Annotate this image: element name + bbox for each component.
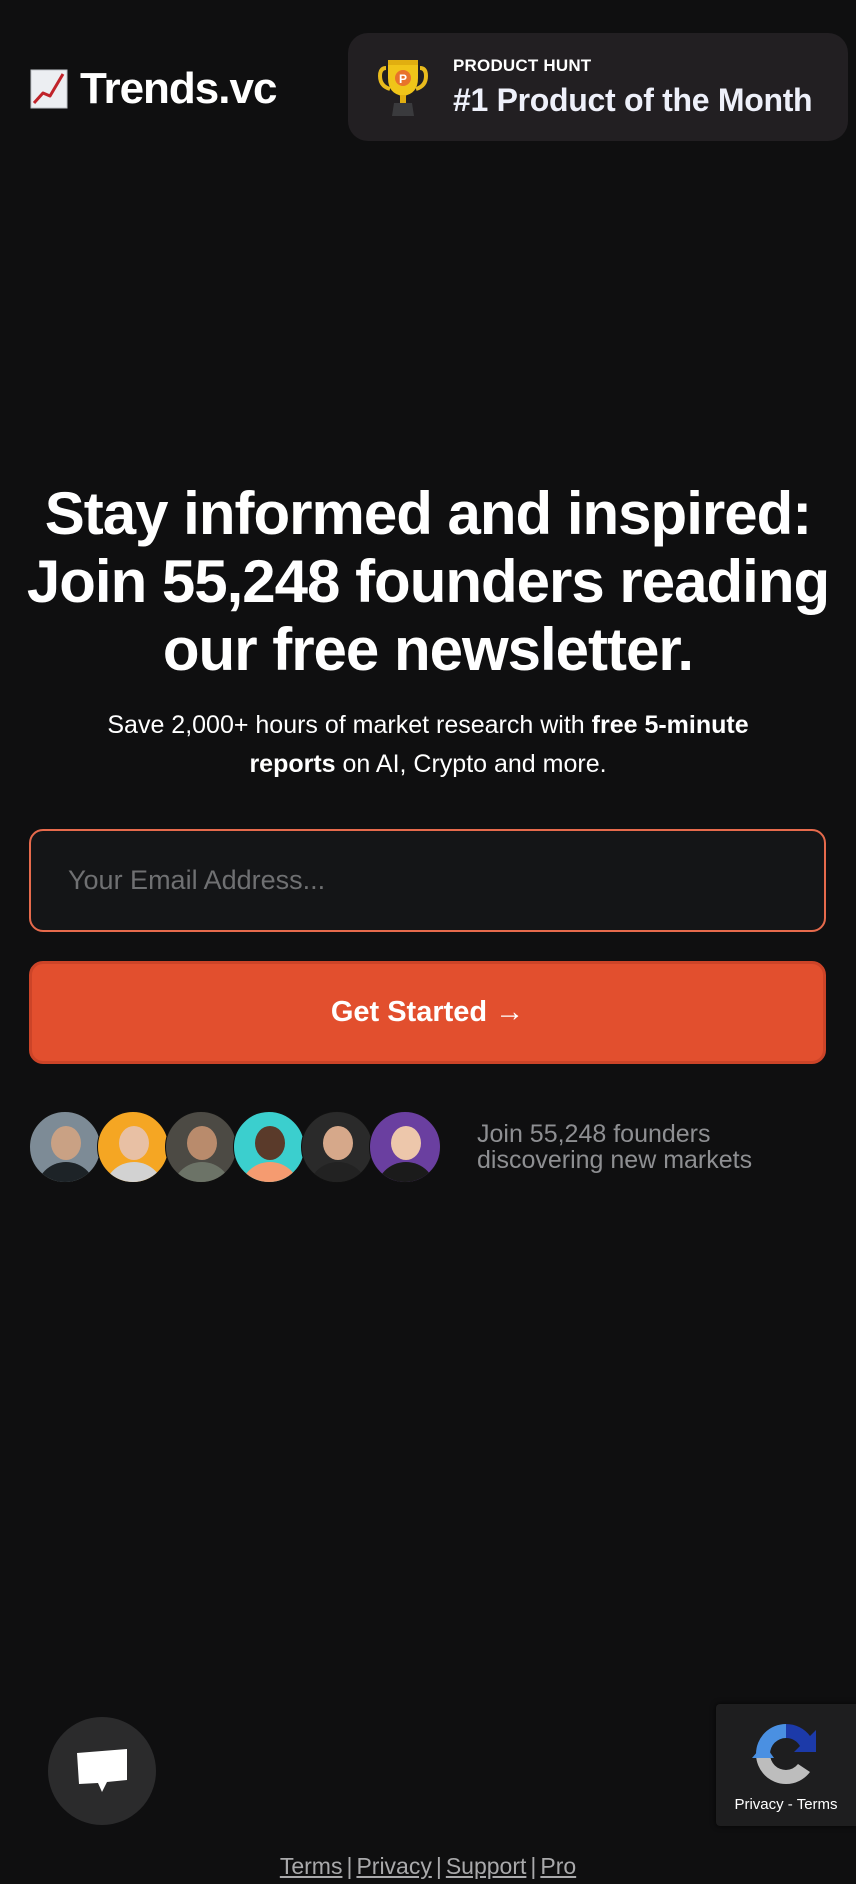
footer-separator: |	[530, 1853, 537, 1879]
avatar-head	[187, 1126, 217, 1160]
recaptcha-terms-link[interactable]: Terms	[797, 1796, 838, 1813]
footer-link-terms[interactable]: Terms	[280, 1853, 343, 1879]
avatar-body	[172, 1162, 232, 1182]
avatar-head	[255, 1126, 285, 1160]
site-header: Trends.vc P PRODUCT HUNT #1 Product of t…	[0, 0, 856, 170]
get-started-button[interactable]: Get Started →	[29, 961, 826, 1064]
avatar-6	[369, 1111, 441, 1183]
footer-link-support[interactable]: Support	[446, 1853, 527, 1879]
social-proof-line-2: discovering new markets	[477, 1146, 753, 1174]
recaptcha-badge[interactable]: Privacy - Terms	[716, 1704, 856, 1826]
recaptcha-links: Privacy - Terms	[734, 1796, 837, 1813]
footer-separator: |	[435, 1853, 442, 1879]
avatar-group	[29, 1111, 441, 1183]
avatar-body	[240, 1162, 300, 1182]
avatar-4	[233, 1111, 305, 1183]
chat-widget-button[interactable]	[48, 1717, 156, 1825]
recaptcha-separator: -	[783, 1796, 797, 1813]
avatar-head	[391, 1126, 421, 1160]
avatar-body	[104, 1162, 164, 1182]
subhead-prefix: Save 2,000+ hours of market research wit…	[107, 711, 592, 739]
social-proof: Join 55,248 founders discovering new mar…	[29, 1111, 752, 1183]
subhead-suffix: on AI, Crypto and more.	[335, 750, 607, 778]
hero-section: Stay informed and inspired: Join 55,248 …	[0, 480, 856, 784]
logo-link[interactable]: Trends.vc	[30, 64, 277, 114]
trophy-icon: P	[378, 56, 428, 118]
footer-links: Terms | Privacy | Support | Pro	[0, 1853, 856, 1880]
avatar-5	[301, 1111, 373, 1183]
logo-text: Trends.vc	[80, 64, 277, 113]
avatar-3	[165, 1111, 237, 1183]
recaptcha-icon	[752, 1724, 816, 1784]
svg-text:P: P	[399, 72, 407, 86]
recaptcha-privacy-link[interactable]: Privacy	[734, 1796, 783, 1813]
footer-link-pro[interactable]: Pro	[540, 1853, 576, 1879]
product-hunt-badge[interactable]: P PRODUCT HUNT #1 Product of the Month	[348, 33, 848, 141]
hero-subhead: Save 2,000+ hours of market research wit…	[0, 706, 856, 784]
badge-label: PRODUCT HUNT	[453, 55, 592, 75]
avatar-head	[323, 1126, 353, 1160]
avatar-body	[308, 1162, 368, 1182]
social-proof-line-1: Join 55,248 founders	[477, 1120, 711, 1148]
avatar-head	[119, 1126, 149, 1160]
email-input[interactable]	[29, 829, 826, 932]
avatar-body	[376, 1162, 436, 1182]
badge-title: #1 Product of the Month	[453, 81, 813, 118]
avatar-2	[97, 1111, 169, 1183]
social-proof-text: Join 55,248 founders discovering new mar…	[477, 1121, 752, 1173]
avatar-body	[36, 1162, 96, 1182]
footer-separator: |	[346, 1853, 353, 1879]
chart-increasing-icon	[30, 67, 68, 111]
avatar-head	[51, 1126, 81, 1160]
avatar-1	[29, 1111, 101, 1183]
footer-link-privacy[interactable]: Privacy	[356, 1853, 431, 1879]
hero-headline: Stay informed and inspired: Join 55,248 …	[26, 480, 830, 683]
chat-bubble-icon	[77, 1749, 127, 1792]
